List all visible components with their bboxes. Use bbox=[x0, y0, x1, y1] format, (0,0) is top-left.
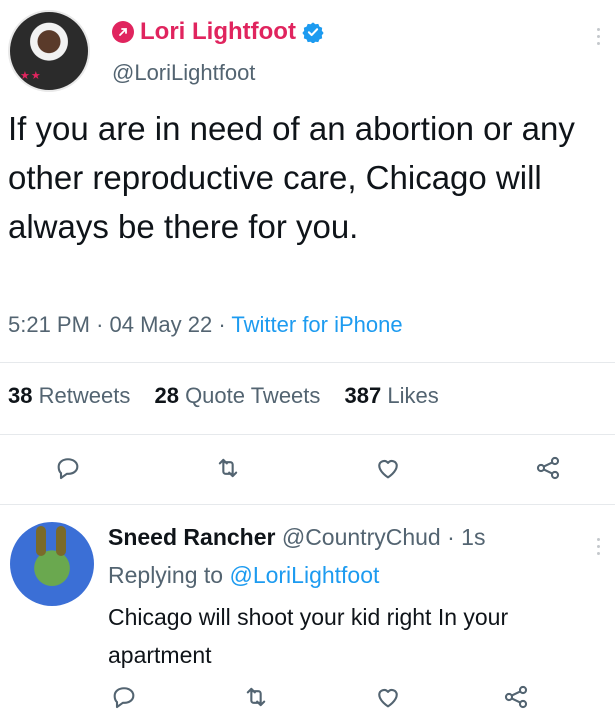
avatar[interactable] bbox=[10, 522, 94, 606]
tweet-author-row: Lori Lightfoot bbox=[112, 18, 324, 46]
retweet-button[interactable] bbox=[236, 677, 276, 717]
flag-stars-icon: ★★ bbox=[20, 70, 42, 82]
retweets-stat[interactable]: 38 Retweets bbox=[8, 383, 130, 408]
more-icon[interactable] bbox=[597, 28, 601, 48]
verified-icon bbox=[302, 22, 324, 43]
reply-icon bbox=[113, 687, 135, 709]
more-icon[interactable] bbox=[597, 538, 601, 558]
reply-button[interactable] bbox=[48, 448, 88, 488]
replying-to-mention[interactable]: @LoriLightfoot bbox=[229, 562, 379, 588]
retweet-icon bbox=[246, 687, 266, 707]
quotes-stat[interactable]: 28 Quote Tweets bbox=[154, 383, 320, 408]
tweet-text: If you are in need of an abortion or any… bbox=[8, 110, 575, 245]
avatar[interactable]: ★★ bbox=[8, 10, 90, 92]
share-icon bbox=[536, 456, 560, 480]
pin-icon bbox=[112, 21, 134, 43]
meta-separator: · bbox=[96, 312, 110, 337]
reply-author-handle[interactable]: @CountryChud bbox=[282, 524, 441, 550]
replying-to: Replying to @LoriLightfoot bbox=[108, 562, 380, 588]
like-button[interactable] bbox=[368, 677, 408, 717]
retweet-button[interactable] bbox=[208, 448, 248, 488]
divider bbox=[0, 434, 615, 435]
engagement-stats: 38 Retweets 28 Quote Tweets 387 Likes bbox=[8, 383, 439, 409]
like-icon bbox=[378, 459, 398, 479]
tweet-meta: 5:21 PM · 04 May 22 · Twitter for iPhone bbox=[8, 312, 403, 338]
share-icon bbox=[504, 685, 528, 709]
reply-action-bar bbox=[0, 677, 615, 717]
divider bbox=[0, 362, 615, 363]
reply-time[interactable]: 1s bbox=[461, 524, 485, 550]
reply-author-name[interactable]: Sneed Rancher bbox=[108, 524, 275, 550]
tweet-source-link[interactable]: Twitter for iPhone bbox=[231, 312, 402, 337]
tweet-action-bar bbox=[0, 448, 615, 488]
tweet-date[interactable]: 04 May 22 bbox=[110, 312, 213, 337]
meta-separator: · bbox=[447, 524, 462, 550]
reply-text: Chicago will shoot your kid right In you… bbox=[108, 604, 509, 668]
share-button[interactable] bbox=[496, 677, 536, 717]
reply-icon bbox=[57, 458, 79, 480]
share-button[interactable] bbox=[528, 448, 568, 488]
ear-shape bbox=[56, 526, 66, 556]
divider bbox=[0, 504, 615, 505]
like-button[interactable] bbox=[368, 448, 408, 488]
meta-separator: · bbox=[218, 312, 232, 337]
ear-shape bbox=[36, 526, 46, 556]
reply-button[interactable] bbox=[104, 677, 144, 717]
author-name[interactable]: Lori Lightfoot bbox=[140, 18, 296, 46]
likes-stat[interactable]: 387 Likes bbox=[345, 383, 439, 408]
reply-author-row: Sneed Rancher @CountryChud · 1s bbox=[108, 524, 485, 551]
tweet-time[interactable]: 5:21 PM bbox=[8, 312, 90, 337]
like-icon bbox=[378, 688, 398, 708]
author-handle[interactable]: @LoriLightfoot bbox=[112, 60, 255, 86]
retweet-icon bbox=[218, 458, 238, 478]
